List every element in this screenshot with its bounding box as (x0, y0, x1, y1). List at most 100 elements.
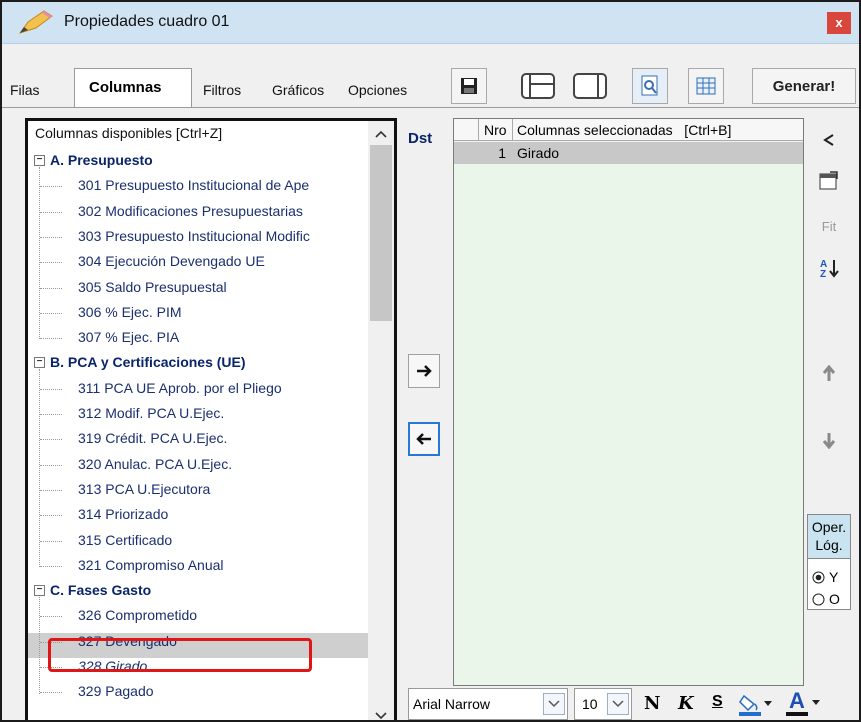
oper-title-line1: Oper. (811, 519, 847, 535)
tab-filas[interactable]: Filas (10, 82, 40, 98)
tree-connector (40, 692, 62, 694)
font-dropdown-button[interactable] (543, 693, 565, 715)
tree-connector (40, 565, 62, 567)
available-columns-header: Columnas disponibles [Ctrl+Z] (35, 125, 223, 141)
arrow-up-icon (822, 365, 836, 381)
dst-label[interactable]: Dst (408, 130, 432, 147)
collapse-toggle-icon[interactable]: − (34, 155, 45, 166)
generate-button[interactable]: Generar! (752, 68, 856, 104)
tab-graficos[interactable]: Gráficos (272, 82, 324, 98)
tree-item[interactable]: 329 Pagado (28, 680, 368, 705)
generate-label: Generar! (772, 77, 836, 95)
collapse-toggle-icon[interactable]: − (34, 357, 45, 369)
tree-item-label: 306 % Ejec. PIM (78, 303, 182, 320)
tree-connector (40, 236, 62, 238)
tree-item[interactable]: 315 Certificado (28, 529, 368, 554)
tree-item-label: 307 % Ejec. PIA (78, 329, 180, 346)
tree-item-label: 326 Comprometido (78, 607, 198, 624)
save-button[interactable] (451, 68, 487, 104)
tree-connector (40, 489, 62, 491)
underline-button[interactable]: S (712, 693, 723, 711)
tree-item[interactable]: 326 Comprometido (28, 604, 368, 629)
bold-button[interactable]: N (644, 693, 660, 714)
sort-button[interactable]: AZ (811, 250, 847, 286)
scroll-up-icon[interactable] (374, 129, 388, 139)
tree-connector (40, 464, 62, 466)
logical-operator-group: Oper. Lóg. Y O (807, 514, 851, 610)
radio-o[interactable]: O (812, 591, 840, 607)
fill-color-button[interactable] (738, 692, 772, 716)
font-size-select[interactable]: 10 (574, 688, 632, 720)
preview-button[interactable] (632, 68, 668, 104)
grid-col-divider (512, 119, 513, 141)
split-view-button[interactable] (569, 68, 611, 104)
tree-item[interactable]: 305 Saldo Presupuestal (28, 276, 368, 301)
tree-group[interactable]: − B. PCA y Certificaciones (UE) (28, 351, 368, 376)
selected-columns-grid[interactable]: Nro Columnas seleccionadas [Ctrl+B] 1 Gi… (453, 118, 804, 686)
tree-connector (39, 167, 40, 340)
move-down-button[interactable] (811, 422, 847, 458)
tree-item-label: 313 PCA U.Ejecutora (78, 480, 211, 497)
tree-item[interactable]: 321 Compromiso Anual (28, 554, 368, 579)
layout-button[interactable] (517, 68, 559, 104)
font-color-button[interactable]: A (786, 690, 820, 716)
tree-item[interactable]: 320 Anulac. PCA U.Ejec. (28, 453, 368, 478)
close-button[interactable]: x (827, 12, 851, 34)
radio-y[interactable]: Y (812, 569, 838, 585)
tree-item[interactable]: 312 Modif. PCA U.Ejec. (28, 402, 368, 427)
tree-item[interactable]: 301 Presupuesto Institucional de Ape (28, 174, 368, 199)
tab-opciones[interactable]: Opciones (348, 82, 407, 98)
pencil-icon (18, 10, 53, 34)
tree-item-label: 301 Presupuesto Institucional de Ape (78, 177, 310, 194)
tree-item[interactable]: 303 Presupuesto Institucional Modific (28, 225, 368, 250)
nro-header: Nro (484, 122, 507, 138)
move-up-button[interactable] (811, 356, 847, 392)
radio-checked-icon (812, 571, 825, 583)
tree-scrollbar[interactable] (368, 121, 394, 721)
tree-group-label: B. PCA y Certificaciones (UE) (50, 354, 246, 371)
scroll-down-icon[interactable] (374, 711, 388, 721)
tree-item-label: 329 Pagado (78, 683, 154, 700)
tree-item[interactable]: 302 Modificaciones Presupuestarias (28, 200, 368, 225)
tree-connector (40, 540, 62, 542)
chevron-down-icon (548, 700, 560, 708)
tree-connector (39, 597, 40, 694)
grid-header: Nro Columnas seleccionadas [Ctrl+B] (454, 119, 803, 141)
window-title: Propiedades cuadro 01 (64, 13, 230, 30)
tree-item[interactable]: 319 Crédit. PCA U.Ejec. (28, 427, 368, 452)
tree-connector (40, 338, 62, 340)
tree-item[interactable]: 313 PCA U.Ejecutora (28, 478, 368, 503)
table-row[interactable]: 1 Girado (454, 142, 803, 164)
row-column-name: Girado (517, 145, 560, 161)
tree-connector (40, 312, 62, 314)
collapse-toggle-icon[interactable]: − (34, 585, 45, 597)
tree-item[interactable]: 306 % Ejec. PIM (28, 301, 368, 326)
tab-filtros[interactable]: Filtros (203, 82, 241, 98)
save-icon (461, 78, 477, 94)
tab-columnas[interactable]: Columnas (74, 68, 192, 108)
font-select[interactable]: Arial Narrow (408, 688, 568, 720)
highlight-annotation (48, 638, 312, 672)
properties-button[interactable] (811, 162, 847, 198)
remove-column-button[interactable] (408, 422, 440, 456)
tree-item-label: 303 Presupuesto Institucional Modific (78, 227, 310, 244)
fit-button[interactable]: Fit (811, 208, 847, 244)
tree-group[interactable]: − C. Fases Gasto (28, 579, 368, 604)
arrow-left-small-icon (823, 134, 834, 146)
tree-item[interactable]: 307 % Ejec. PIA (28, 326, 368, 351)
tree-item-label: 315 Certificado (78, 531, 173, 548)
scroll-thumb[interactable] (370, 145, 392, 321)
tree-item-label: 305 Saldo Presupuestal (78, 278, 227, 295)
tree-group[interactable]: − A. Presupuesto (28, 149, 368, 174)
size-dropdown-button[interactable] (607, 693, 629, 715)
tree-item[interactable]: 311 PCA UE Aprob. por el Pliego (28, 377, 368, 402)
italic-button[interactable]: K (678, 693, 694, 714)
arrow-down-icon (822, 433, 836, 449)
available-columns-tree[interactable]: Columnas disponibles [Ctrl+Z] − A. Presup… (25, 118, 397, 721)
tree-connector (40, 616, 62, 618)
table-button[interactable] (688, 68, 724, 104)
tree-item[interactable]: 304 Ejecución Devengado UE (28, 250, 368, 275)
tree-item[interactable]: 314 Priorizado (28, 503, 368, 528)
collapse-button[interactable] (811, 122, 847, 158)
add-column-button[interactable] (408, 354, 440, 388)
